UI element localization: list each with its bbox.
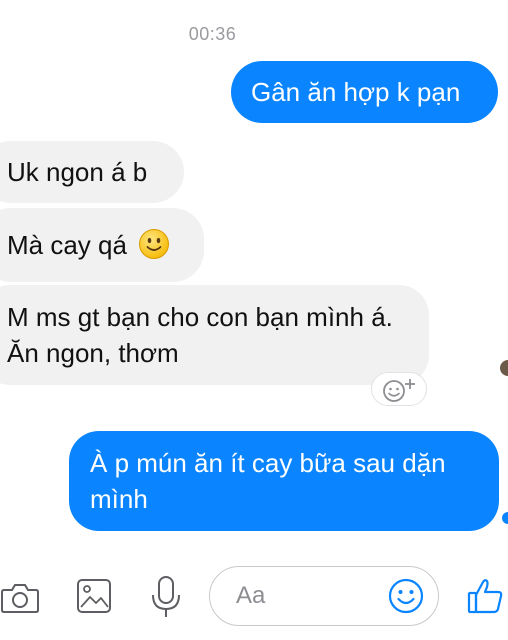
add-reaction-button[interactable] bbox=[371, 372, 427, 406]
photo-gallery-icon[interactable] bbox=[76, 576, 112, 616]
message-text: Gân ăn hợp k pạn bbox=[251, 77, 461, 107]
microphone-icon[interactable] bbox=[148, 574, 184, 620]
message-text: À p mún ăn ít cay bữa sau dặn mình bbox=[90, 448, 446, 514]
add-reaction-icon bbox=[383, 379, 415, 402]
message-bubble-incoming[interactable]: Uk ngon á b bbox=[0, 141, 184, 203]
message-bubble-outgoing[interactable]: À p mún ăn ít cay bữa sau dặn mình bbox=[69, 431, 499, 531]
message-bubble-incoming[interactable]: M ms gt bạn cho con bạn mình á. Ăn ngon,… bbox=[0, 285, 429, 385]
message-input[interactable]: Aa bbox=[209, 566, 439, 626]
conversation-timestamp: 00:36 bbox=[188, 24, 237, 44]
message-bubble-incoming[interactable]: Mà cay qá bbox=[0, 208, 204, 282]
emoji-icon[interactable] bbox=[388, 578, 424, 614]
message-bubble-outgoing[interactable]: Gân ăn hợp k pạn bbox=[231, 61, 498, 123]
message-text: M ms gt bạn cho con bạn mình á. Ăn ngon,… bbox=[7, 302, 393, 368]
camera-icon[interactable] bbox=[0, 578, 40, 618]
slightly-smiling-face-icon bbox=[139, 229, 170, 259]
message-text: Mà cay qá bbox=[7, 230, 127, 260]
seen-indicator bbox=[502, 512, 508, 524]
message-text: Uk ngon á b bbox=[7, 157, 148, 187]
message-input-placeholder: Aa bbox=[236, 582, 266, 609]
thumbs-up-icon[interactable] bbox=[466, 576, 506, 616]
avatar bbox=[500, 360, 508, 376]
